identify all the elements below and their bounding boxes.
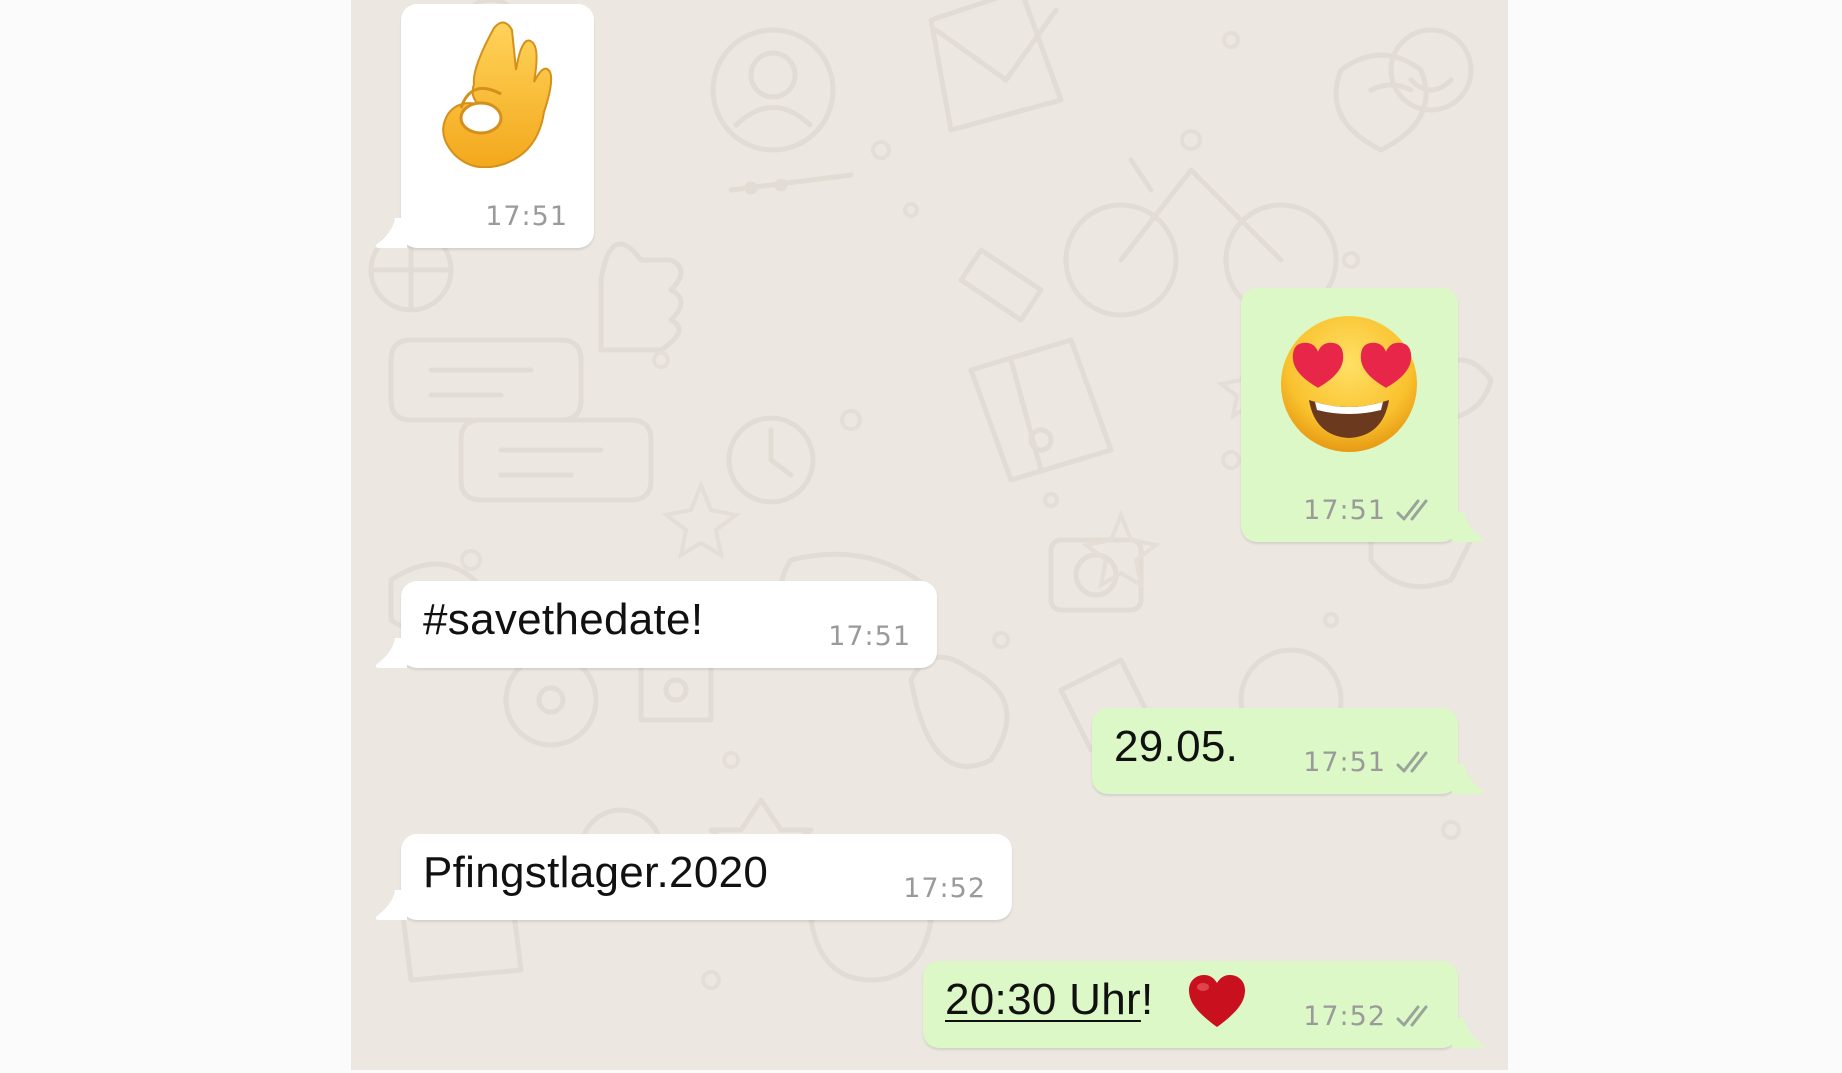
- read-receipt-icon: [1396, 1005, 1428, 1026]
- read-receipt-icon: [1396, 751, 1428, 772]
- heart-eyes-emoji-icon: [1281, 316, 1417, 452]
- ok-hand-emoji-icon: [442, 21, 553, 168]
- message-bubble-outgoing[interactable]: 29.05. 17:51: [1092, 708, 1484, 794]
- message-text: 20:30 Uhr!: [945, 975, 1153, 1025]
- chat-panel[interactable]: 17:51 17:51 #savethedate! 17:51 29.05. 1…: [351, 0, 1508, 1070]
- message-text: 29.05.: [1114, 722, 1239, 771]
- red-heart-emoji-icon: [1189, 975, 1245, 1027]
- message-timestamp: 17:51: [1303, 495, 1386, 526]
- bubble-tail: [375, 638, 407, 668]
- bubble-tail: [1452, 1018, 1484, 1048]
- bubble-tail: [375, 218, 407, 248]
- message-timestamp: 17:51: [828, 621, 911, 652]
- message-text-suffix: !: [1140, 975, 1154, 1024]
- message-meta: 17:51: [828, 621, 911, 652]
- bubble-tail: [375, 890, 407, 920]
- message-text: Pfingstlager.2020: [423, 848, 769, 897]
- message-bubble-incoming[interactable]: #savethedate! 17:51: [375, 581, 937, 668]
- read-receipt-icon: [1396, 499, 1428, 520]
- message-meta: 17:51: [485, 201, 568, 232]
- message-timestamp: 17:51: [1303, 747, 1386, 778]
- bubble-tail: [1452, 764, 1484, 794]
- message-timestamp: 17:52: [903, 873, 986, 904]
- message-timestamp: 17:52: [1303, 1001, 1386, 1032]
- message-bubble-incoming[interactable]: Pfingstlager.2020 17:52: [375, 834, 1012, 920]
- message-bubble-outgoing[interactable]: 17:51: [1241, 288, 1484, 542]
- message-meta: 17:51: [1303, 495, 1436, 526]
- message-meta: 17:52: [903, 873, 986, 904]
- bubble-tail: [1452, 512, 1484, 542]
- message-bubble-incoming[interactable]: 17:51: [375, 4, 594, 248]
- message-meta: 17:51: [1303, 747, 1436, 778]
- message-bubble-outgoing[interactable]: 20:30 Uhr! 17:52: [923, 961, 1484, 1048]
- message-timestamp: 17:51: [485, 201, 568, 232]
- message-meta: 17:52: [1303, 1001, 1436, 1032]
- time-link[interactable]: 20:30 Uhr: [945, 975, 1141, 1024]
- message-text: #savethedate!: [423, 595, 704, 644]
